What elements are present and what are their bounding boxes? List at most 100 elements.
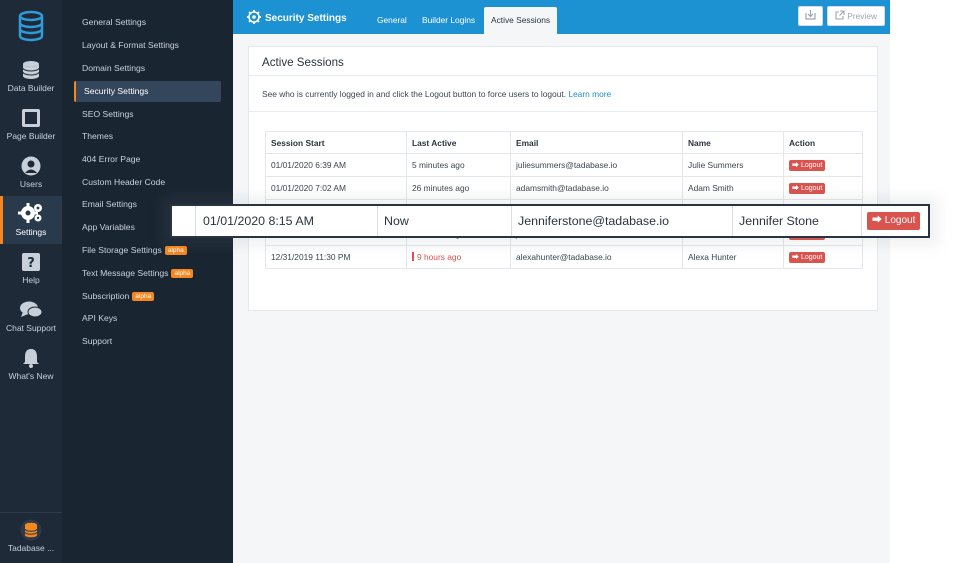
column-header-last-active[interactable]: Last Active (406, 131, 511, 154)
rail-item-page-builder[interactable]: Page Builder (0, 108, 62, 156)
submenu-label: Support (82, 336, 113, 346)
logout-button[interactable]: ⮕ Logout (789, 160, 826, 171)
learn-more-link[interactable]: Learn more (568, 89, 611, 99)
rail-item-chat-support[interactable]: Chat Support (0, 300, 62, 348)
table-row: 12/31/2019 11:30 PM 9 hours ago alexahun… (265, 245, 863, 269)
inactive-warning-icon (412, 252, 414, 261)
submenu-label: App Variables (82, 222, 135, 232)
logout-button[interactable]: ⮕ Logout (867, 212, 921, 230)
submenu-label: Domain Settings (82, 63, 146, 73)
submenu-label: 404 Error Page (82, 154, 141, 164)
table-row: 01/01/2020 6:39 AM 5 minutes ago juliesu… (265, 153, 863, 177)
bell-icon (23, 349, 39, 368)
submenu-item-subscription[interactable]: Subscription alpha (74, 286, 221, 307)
app-switcher[interactable]: Tadabase ... (0, 512, 62, 563)
submenu-item-security-settings[interactable]: Security Settings (74, 81, 221, 102)
rail-item-data-builder[interactable]: Data Builder (0, 60, 62, 108)
settings-submenu: General Settings Layout & Format Setting… (62, 0, 233, 563)
logout-label: Logout (884, 215, 916, 226)
preview-button[interactable]: Preview (827, 6, 885, 26)
page-title-text: Security Settings (265, 13, 347, 24)
name-cell: Jennifer Stone (733, 206, 862, 236)
name-cell: Julie Summers (682, 153, 784, 177)
drag-handle[interactable] (172, 206, 196, 236)
column-header-email[interactable]: Email (510, 131, 683, 154)
submenu-item-support[interactable]: Support (74, 331, 221, 352)
rail-label: What's New (8, 371, 54, 381)
table-header-row: Session Start Last Active Email Name Act… (265, 131, 863, 154)
rail-item-settings[interactable]: Settings (0, 196, 62, 244)
rail-label: Page Builder (6, 131, 56, 141)
last-active-cell: Now (378, 206, 512, 236)
logout-label: Logout (800, 254, 823, 261)
submenu-item-domain-settings[interactable]: Domain Settings (74, 58, 221, 79)
alpha-badge: alpha (164, 246, 187, 256)
submenu-label: Themes (82, 131, 114, 141)
gear-icon (18, 203, 42, 223)
submenu-item-themes[interactable]: Themes (74, 126, 221, 147)
submenu-item-404-error-page[interactable]: 404 Error Page (74, 149, 221, 170)
right-gutter (890, 0, 961, 563)
rail-label: Help (22, 275, 40, 285)
save-icon (805, 10, 816, 20)
logout-button[interactable]: ⮕ Logout (789, 252, 826, 263)
last-active-text: 9 hours ago (417, 252, 462, 262)
submenu-label: Text Message Settings (82, 268, 169, 278)
submenu-label: Subscription (82, 291, 130, 301)
submenu-label: API Keys (82, 313, 118, 323)
logout-label: Logout (800, 185, 823, 192)
logout-icon: ⮕ (872, 215, 882, 226)
app-avatar-icon (20, 519, 42, 541)
logout-icon: ⮕ (792, 254, 799, 261)
submenu-label: File Storage Settings (82, 245, 162, 255)
chat-icon (20, 301, 43, 318)
preview-label: Preview (847, 11, 878, 21)
column-header-name[interactable]: Name (682, 131, 784, 154)
name-cell: Alexa Hunter (682, 245, 784, 269)
submenu-label: Layout & Format Settings (82, 40, 179, 50)
external-link-icon (835, 10, 845, 20)
logout-label: Logout (800, 162, 823, 169)
app-logo-icon[interactable] (16, 10, 46, 42)
divider (249, 111, 877, 112)
dragged-table-row[interactable]: 01/01/2020 8:15 AM Now Jenniferstone@tad… (170, 204, 930, 238)
submenu-item-api-keys[interactable]: API Keys (74, 308, 221, 329)
submenu-label: Custom Header Code (82, 177, 166, 187)
tab-builder-logins[interactable]: Builder Logins (415, 7, 482, 34)
layout-icon (22, 109, 40, 127)
rail-label: Settings (15, 227, 47, 237)
rail-item-whats-new[interactable]: What's New (0, 348, 62, 396)
submenu-item-seo-settings[interactable]: SEO Settings (74, 104, 221, 125)
rail-label: Chat Support (5, 323, 57, 333)
submenu-item-custom-header-code[interactable]: Custom Header Code (74, 172, 221, 193)
card-description: See who is currently logged in and click… (262, 89, 611, 99)
active-sessions-card: Active Sessions See who is currently log… (248, 46, 878, 311)
user-icon (21, 156, 41, 176)
email-cell: juliesummers@tadabase.io (510, 153, 683, 177)
database-icon (22, 61, 40, 79)
last-active-cell: 5 minutes ago (406, 153, 511, 177)
alpha-badge: alpha (171, 269, 194, 279)
session-start-cell: 01/01/2020 6:39 AM (265, 153, 407, 177)
svg-text:?: ? (27, 256, 35, 271)
column-header-session-start[interactable]: Session Start (265, 131, 407, 154)
save-button[interactable] (798, 6, 823, 26)
last-active-cell: 9 hours ago (406, 245, 511, 269)
tab-general[interactable]: General (370, 7, 414, 34)
rail-label: Data Builder (7, 83, 55, 93)
submenu-label: Security Settings (84, 86, 149, 96)
top-bar: Security Settings General Builder Logins… (233, 0, 890, 34)
action-cell: ⮕ Logout (783, 153, 863, 177)
card-title: Active Sessions (262, 56, 344, 69)
logout-icon: ⮕ (792, 185, 799, 192)
description-text: See who is currently logged in and click… (262, 89, 567, 99)
rail-item-help[interactable]: ? Help (0, 252, 62, 300)
submenu-item-layout-format-settings[interactable]: Layout & Format Settings (74, 35, 221, 56)
session-start-cell: 01/01/2020 8:15 AM (197, 206, 378, 236)
submenu-item-general-settings[interactable]: General Settings (74, 12, 221, 33)
app-name: Tadabase ... (7, 543, 55, 553)
tab-active-sessions[interactable]: Active Sessions (484, 7, 558, 34)
submenu-item-text-message-settings[interactable]: Text Message Settings alpha (74, 263, 221, 284)
logout-button[interactable]: ⮕ Logout (789, 183, 826, 194)
icon-rail: Data Builder Page Builder Users Settings… (0, 0, 62, 563)
